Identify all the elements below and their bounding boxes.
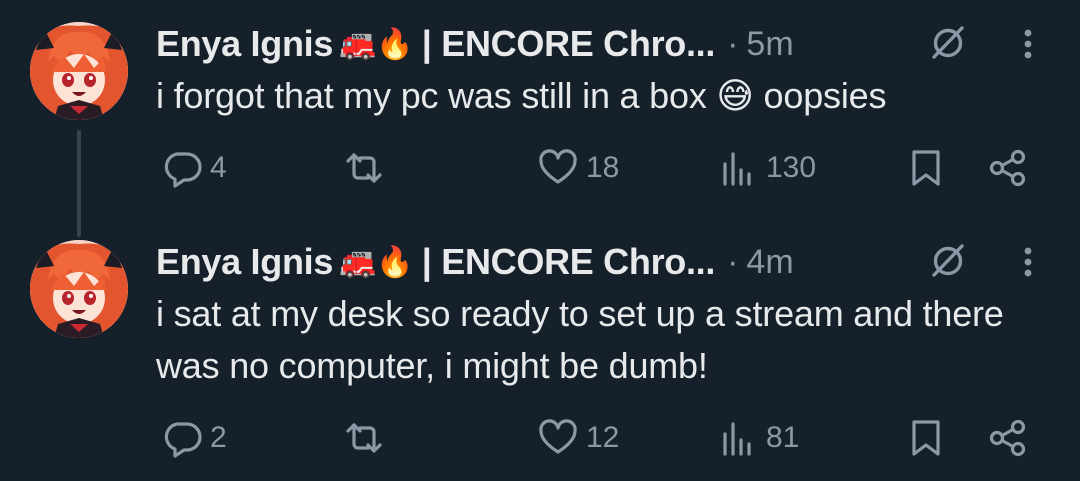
views-icon bbox=[716, 416, 760, 460]
view-count: 81 bbox=[766, 421, 800, 454]
name-emojis: 🚒🔥 bbox=[339, 245, 414, 279]
display-name[interactable]: Enya Ignis bbox=[156, 241, 333, 283]
like-button[interactable]: 12 bbox=[536, 413, 619, 463]
reply-count: 2 bbox=[210, 421, 227, 454]
bookmark-icon bbox=[904, 146, 948, 190]
name-emojis: 🚒🔥 bbox=[339, 27, 414, 61]
tweet[interactable]: Enya Ignis 🚒🔥 | ENCORE Chro... · 4m i sa… bbox=[0, 218, 1080, 481]
reply-icon bbox=[160, 416, 204, 460]
separator-dot: · bbox=[727, 242, 739, 281]
reply-button[interactable]: 4 bbox=[160, 143, 227, 193]
retweet-button[interactable] bbox=[342, 413, 392, 463]
display-name-suffix[interactable]: | ENCORE Chro... bbox=[422, 23, 716, 65]
share-icon bbox=[986, 416, 1030, 460]
tweet-header: Enya Ignis 🚒🔥 | ENCORE Chro... · 4m bbox=[156, 238, 916, 286]
heart-icon bbox=[536, 416, 580, 460]
more-icon[interactable] bbox=[1018, 24, 1038, 64]
views-button[interactable]: 130 bbox=[716, 143, 816, 193]
display-name[interactable]: Enya Ignis bbox=[156, 23, 333, 65]
tweet-header: Enya Ignis 🚒🔥 | ENCORE Chro... · 5m bbox=[156, 20, 916, 68]
like-button[interactable]: 18 bbox=[536, 143, 619, 193]
tweet-text: i forgot that my pc was still in a box 😅… bbox=[156, 75, 887, 116]
retweet-icon bbox=[342, 416, 386, 460]
share-button[interactable] bbox=[986, 413, 1030, 463]
reply-button[interactable]: 2 bbox=[160, 413, 227, 463]
display-name-suffix[interactable]: | ENCORE Chro... bbox=[422, 241, 716, 283]
timestamp[interactable]: 5m bbox=[746, 25, 793, 64]
tweet-actions: 4 18 130 bbox=[156, 143, 1036, 193]
like-count: 12 bbox=[586, 421, 620, 454]
reply-icon bbox=[160, 146, 204, 190]
view-count: 130 bbox=[766, 151, 817, 184]
tweet-actions: 2 12 81 bbox=[156, 413, 1036, 463]
timestamp[interactable]: 4m bbox=[746, 243, 793, 282]
tweet-text: i sat at my desk so ready to set up a st… bbox=[156, 293, 1004, 386]
separator-dot: · bbox=[727, 24, 739, 63]
bookmark-icon bbox=[904, 416, 948, 460]
heart-icon bbox=[536, 146, 580, 190]
views-button[interactable]: 81 bbox=[716, 413, 799, 463]
like-count: 18 bbox=[586, 151, 620, 184]
views-icon bbox=[716, 146, 760, 190]
retweet-button[interactable] bbox=[342, 143, 392, 193]
avatar[interactable] bbox=[30, 240, 128, 338]
tweet[interactable]: Enya Ignis 🚒🔥 | ENCORE Chro... · 5m i fo… bbox=[0, 0, 1080, 218]
more-icon[interactable] bbox=[1018, 242, 1038, 282]
avatar[interactable] bbox=[30, 22, 128, 120]
bookmark-button[interactable] bbox=[904, 143, 948, 193]
grok-icon[interactable] bbox=[928, 22, 968, 62]
grok-icon[interactable] bbox=[928, 240, 968, 280]
reply-count: 4 bbox=[210, 151, 227, 184]
bookmark-button[interactable] bbox=[904, 413, 948, 463]
retweet-icon bbox=[342, 146, 386, 190]
share-icon bbox=[986, 146, 1030, 190]
share-button[interactable] bbox=[986, 143, 1030, 193]
